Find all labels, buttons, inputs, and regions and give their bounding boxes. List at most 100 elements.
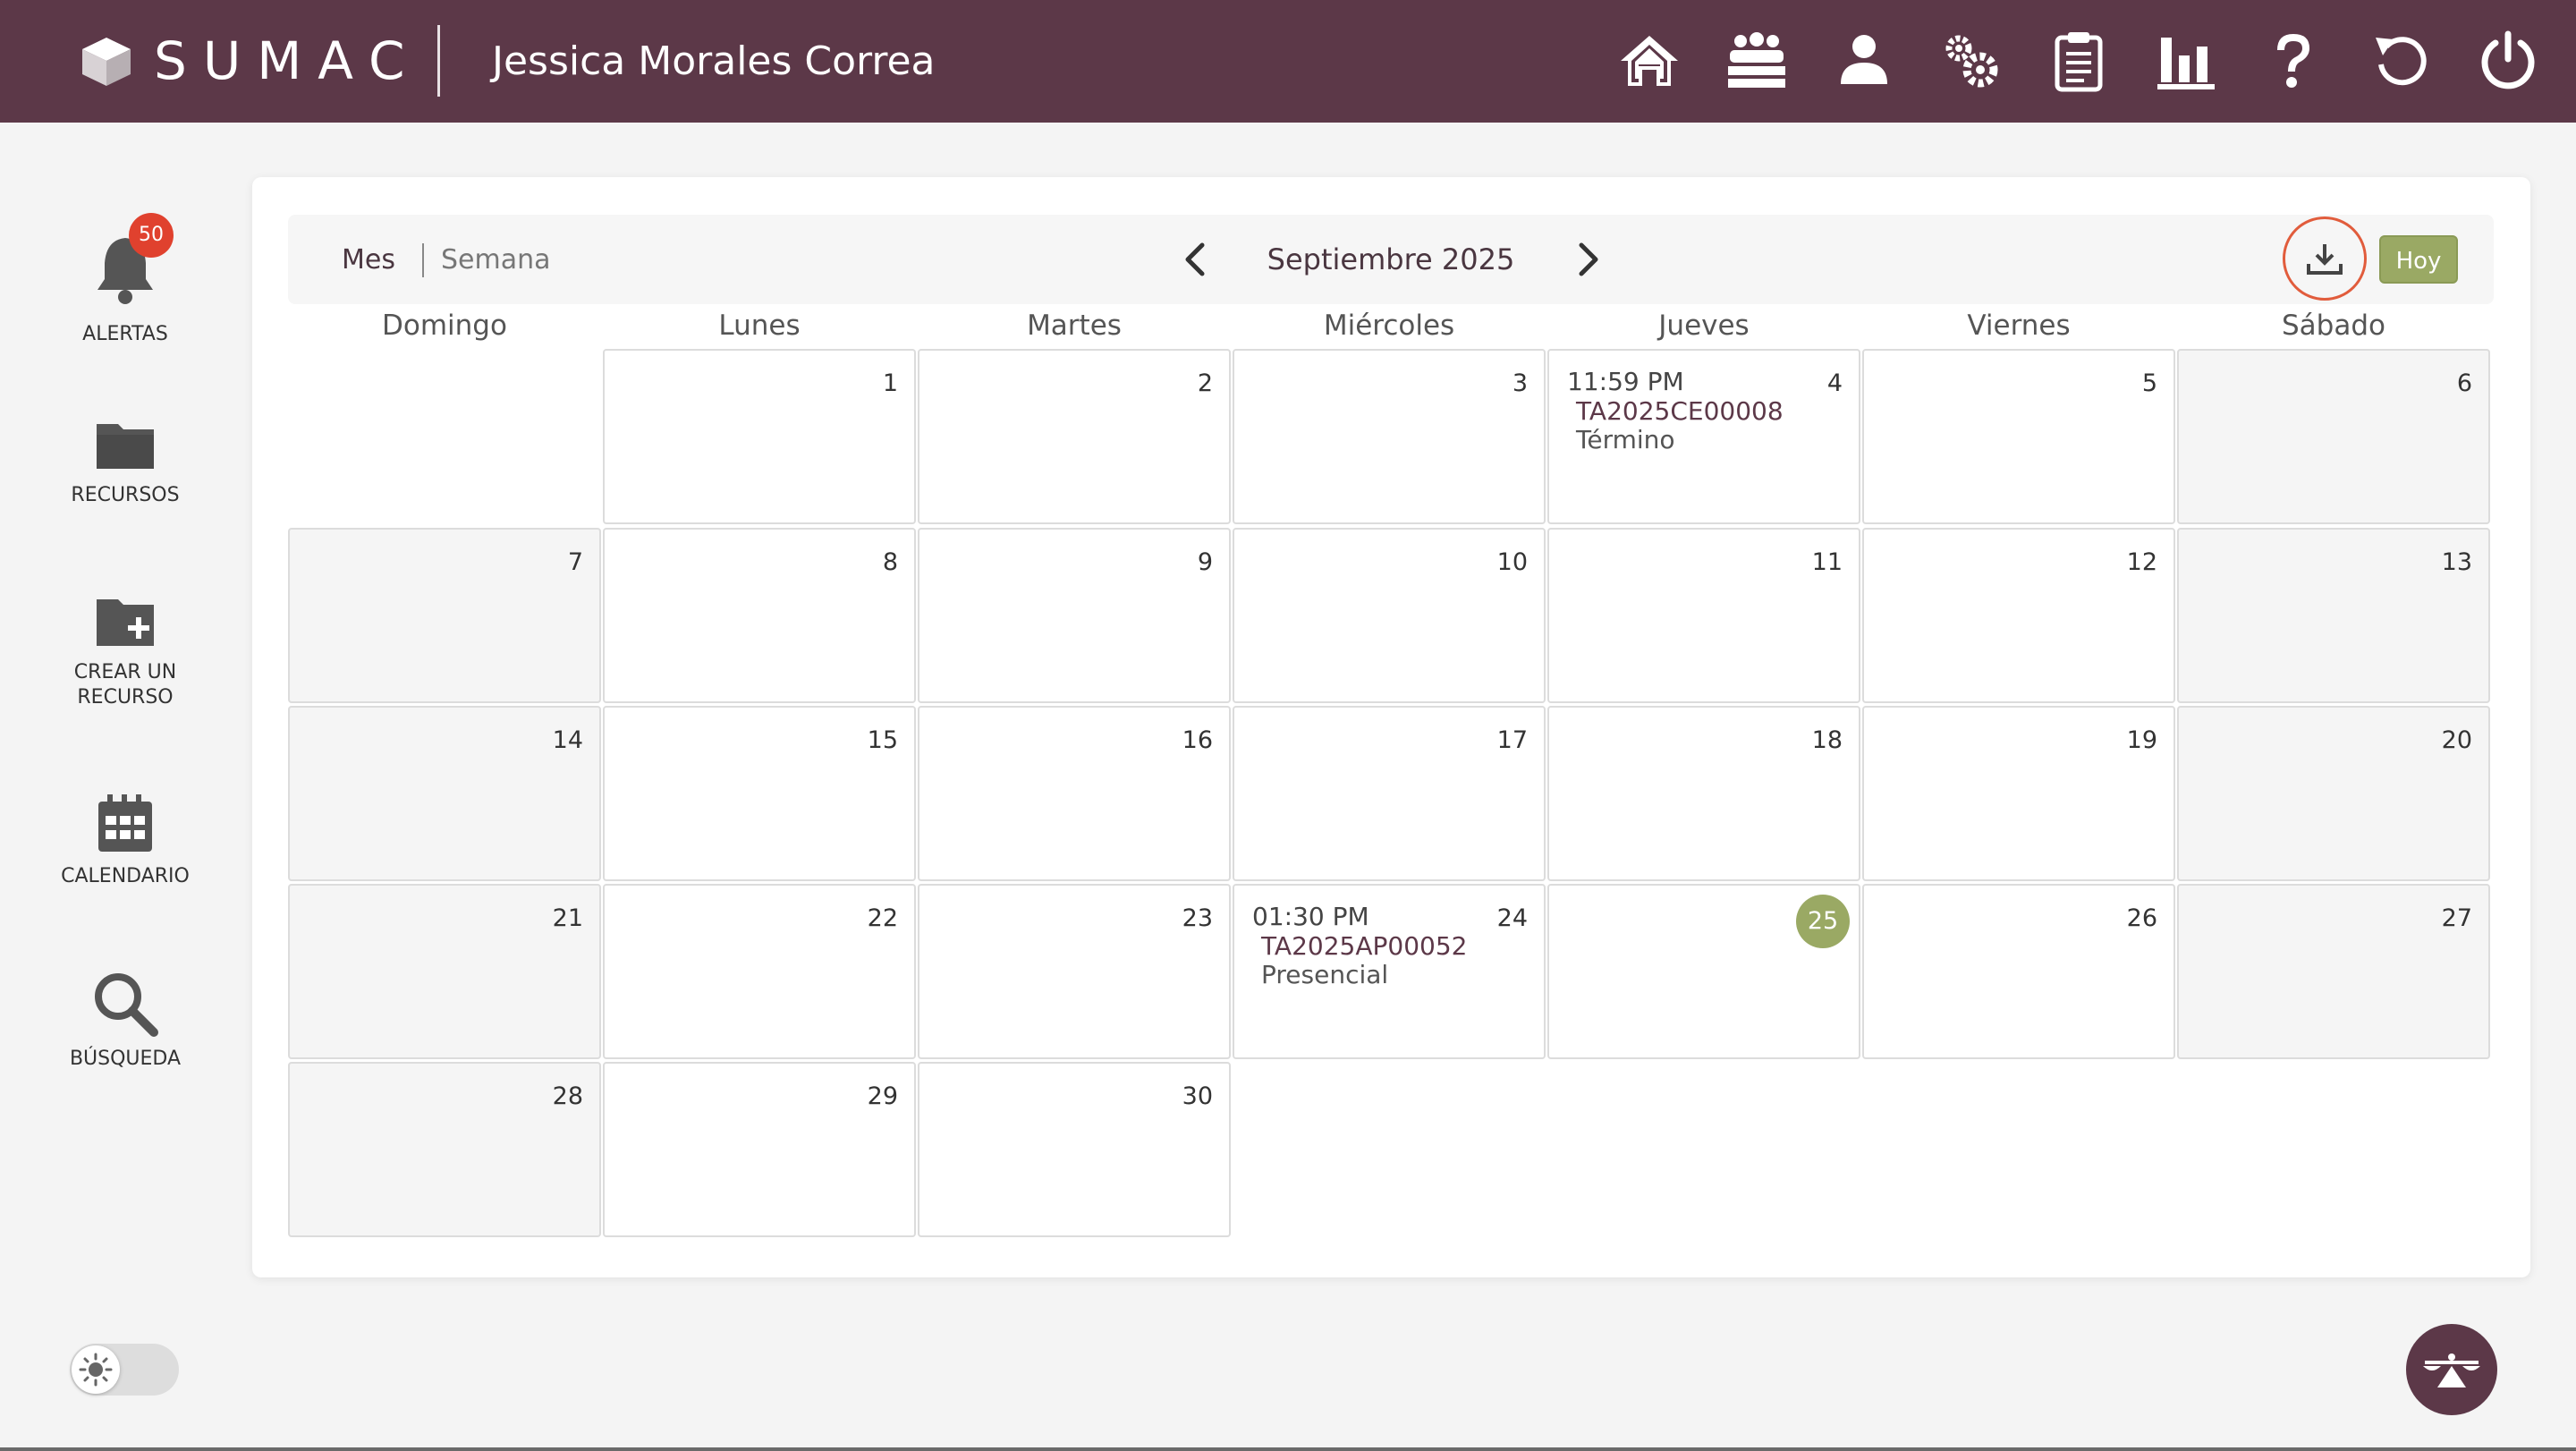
day-cell[interactable]: 14	[288, 706, 601, 881]
today-button[interactable]: Hoy	[2379, 235, 2458, 284]
today-day-number: 25	[1796, 895, 1850, 948]
day-number: 8	[882, 548, 898, 576]
day-number: 5	[2141, 369, 2157, 397]
view-month-tab[interactable]: Mes	[342, 243, 395, 277]
day-cell[interactable]: 25	[1547, 884, 1860, 1059]
day-cell[interactable]: 5	[1862, 349, 2175, 524]
day-cell[interactable]: 8	[603, 528, 916, 703]
chevron-right-icon[interactable]	[1571, 240, 1606, 279]
justice-scales-icon	[2423, 1353, 2480, 1387]
day-number: 28	[552, 1082, 583, 1110]
day-cell[interactable]: 23	[918, 884, 1231, 1059]
day-number: 3	[1512, 369, 1528, 397]
user-icon[interactable]	[1828, 25, 1900, 97]
day-number: 11	[1811, 548, 1843, 576]
day-number: 19	[2126, 726, 2157, 754]
weekday-header: Martes	[1027, 310, 1122, 342]
day-cell[interactable]: 18	[1547, 706, 1860, 881]
day-number: 14	[552, 726, 583, 754]
theme-toggle-knob	[72, 1345, 120, 1394]
refresh-icon[interactable]	[2365, 25, 2436, 97]
event-code: TA2025CE00008	[1576, 396, 1784, 426]
chevron-left-icon[interactable]	[1177, 240, 1213, 279]
day-number: 23	[1182, 904, 1213, 932]
day-cell[interactable]: 21	[288, 884, 601, 1059]
clipboard-icon[interactable]	[2043, 25, 2114, 97]
gears-icon[interactable]	[1936, 25, 2007, 97]
day-number: 22	[867, 904, 898, 932]
day-number: 6	[2456, 369, 2472, 397]
weekday-header: Miércoles	[1323, 310, 1455, 342]
day-cell[interactable]: 6	[2177, 349, 2490, 524]
sidebar-item-resources[interactable]: RECURSOS	[36, 417, 215, 508]
sidebar-label-resources: RECURSOS	[71, 484, 180, 506]
top-header: SUMAC Jessica Morales Correa	[0, 0, 2576, 123]
sidebar-label-alerts: ALERTAS	[82, 323, 168, 345]
day-cell[interactable]: 17	[1233, 706, 1546, 881]
day-cell[interactable]: 12	[1862, 528, 2175, 703]
day-cell[interactable]: 15	[603, 706, 916, 881]
day-cell[interactable]: 1	[603, 349, 916, 524]
month-title: Septiembre 2025	[1267, 242, 1515, 276]
day-number: 4	[1826, 369, 1843, 397]
sidebar-label-calendar: CALENDARIO	[61, 865, 190, 887]
event-code: TA2025AP00052	[1261, 931, 1468, 961]
day-cell[interactable]: 30	[918, 1062, 1231, 1237]
day-cell[interactable]: 3	[1233, 349, 1546, 524]
day-number: 21	[552, 904, 583, 932]
calendar-icon	[98, 794, 152, 852]
power-icon[interactable]	[2472, 25, 2544, 97]
day-number: 27	[2441, 904, 2472, 932]
day-number: 30	[1182, 1082, 1213, 1110]
view-week-tab[interactable]: Semana	[441, 243, 551, 277]
day-cell[interactable]: 27	[2177, 884, 2490, 1059]
day-cell[interactable]: 7	[288, 528, 601, 703]
day-number: 29	[867, 1082, 898, 1110]
weekday-header: Viernes	[1967, 310, 2071, 342]
download-button[interactable]	[2283, 216, 2367, 301]
day-number: 12	[2126, 548, 2157, 576]
day-cell[interactable]: 4 11:59 PM TA2025CE00008 Término	[1547, 349, 1860, 524]
day-cell[interactable]: 16	[918, 706, 1231, 881]
sidebar-item-alerts[interactable]: 50 ALERTAS	[36, 213, 215, 347]
day-cell[interactable]: 19	[1862, 706, 2175, 881]
day-cell[interactable]: 2	[918, 349, 1231, 524]
sidebar-label-create-resource: CREAR UN RECURSO	[36, 660, 215, 710]
search-icon	[95, 973, 158, 1037]
day-cell[interactable]: 22	[603, 884, 916, 1059]
theme-toggle[interactable]	[70, 1344, 179, 1396]
help-icon[interactable]	[2258, 25, 2329, 97]
day-cell[interactable]: 20	[2177, 706, 2490, 881]
day-number: 2	[1197, 369, 1213, 397]
sidebar-item-search[interactable]: BÚSQUEDA	[36, 970, 215, 1072]
day-number: 18	[1811, 726, 1843, 754]
day-cell[interactable]: 28	[288, 1062, 601, 1237]
day-cell[interactable]: 9	[918, 528, 1231, 703]
event-time: 01:30 PM	[1252, 902, 1369, 931]
day-cell[interactable]: 29	[603, 1062, 916, 1237]
calendar-event[interactable]: 11:59 PM TA2025CE00008 Término	[1567, 367, 1800, 454]
day-cell[interactable]: 26	[1862, 884, 2175, 1059]
day-cell[interactable]: 11	[1547, 528, 1860, 703]
day-number: 7	[567, 548, 583, 576]
header-divider	[437, 25, 440, 97]
day-number: 24	[1496, 904, 1528, 932]
scales-fab-button[interactable]	[2406, 1324, 2497, 1415]
bar-chart-icon[interactable]	[2150, 25, 2222, 97]
day-cell[interactable]: 13	[2177, 528, 2490, 703]
weekday-header: Lunes	[718, 310, 801, 342]
alerts-count-badge: 50	[129, 213, 174, 258]
event-time: 11:59 PM	[1567, 367, 1684, 396]
home-icon[interactable]	[1614, 25, 1685, 97]
sun-icon	[79, 1353, 113, 1387]
weekday-header: Jueves	[1658, 310, 1750, 342]
day-cell[interactable]: 10	[1233, 528, 1546, 703]
day-number: 9	[1197, 548, 1213, 576]
window-bottom-border	[0, 1447, 2576, 1451]
sidebar-item-calendar[interactable]: CALENDARIO	[36, 791, 215, 889]
group-icon[interactable]	[1721, 25, 1792, 97]
sidebar-item-create-resource[interactable]: CREAR UN RECURSO	[36, 594, 215, 710]
day-cell[interactable]: 24 01:30 PM TA2025AP00052 Presencial	[1233, 884, 1546, 1059]
calendar-event[interactable]: 01:30 PM TA2025AP00052 Presencial	[1252, 902, 1485, 989]
day-number: 20	[2441, 726, 2472, 754]
